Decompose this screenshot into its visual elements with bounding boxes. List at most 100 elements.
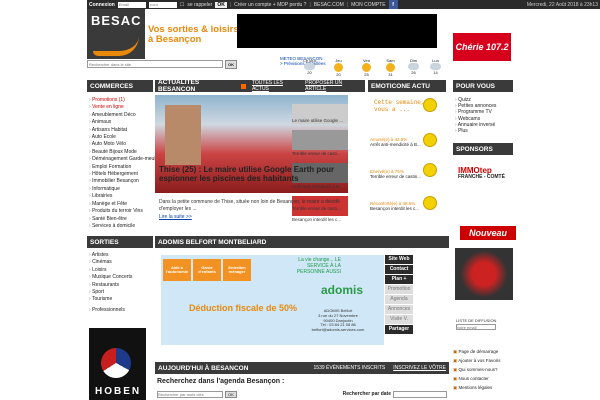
visite-button[interactable]: Visite V. [385,315,413,324]
favorites-link[interactable]: Ajouter à vos Favoris [453,356,500,365]
service-box: Garde d'enfants [193,259,221,281]
menu-item[interactable]: Professionnels [89,307,132,314]
read-more-link[interactable]: Lire la suite >> [159,214,192,220]
menu-item[interactable]: Ameublement Déco [89,112,161,119]
menu-item[interactable]: Immobilier Besançon [89,178,161,185]
angry-icon [423,163,437,177]
sorties-menu: Artistes Cinémas Loisirs Musique Concert… [89,252,133,314]
facebook-icon[interactable]: f [388,0,398,9]
email-input[interactable] [117,1,146,8]
mailing-list: LISTE DE DIFFUSION [456,318,496,330]
french-flag-icon [101,348,131,378]
mailing-email-input[interactable] [456,324,496,330]
menu-item[interactable]: Restaurants [89,282,132,289]
agenda-ok-button[interactable]: OK [225,390,237,398]
thumb-caption[interactable]: Terrible erreur de casti... [292,151,358,156]
submit-event-link[interactable]: INSCRIVEZ LE VÔTRE [393,365,446,371]
relieved-icon [423,196,437,210]
create-account-link[interactable]: Créer un compte + MDP perdu ? [234,2,306,8]
adomis-header: ADOMIS BELFORT MONTBELIARD [155,236,449,248]
agenda-search-row: OK Rechercher par date [157,390,447,398]
menu-item[interactable]: Services à domicile [89,223,161,230]
rss-icon[interactable] [241,83,246,89]
casino-ad[interactable] [455,248,513,300]
top-banner-ad[interactable] [237,14,437,48]
nouveau-badge[interactable]: Nouveau [460,226,516,240]
service-box: Aide à l'autonomie [163,259,191,281]
menu-item[interactable]: Produits du terroir Vins [89,208,161,215]
headline-title[interactable]: Thise (25) : Le maire utilise Google Ear… [159,165,349,183]
emoticone-row[interactable]: Amusé(e) à 42.9% Arrêt anti-mendicité à B… [370,137,421,148]
login-ok-button[interactable]: OK [215,1,227,8]
site-tagline: Vos sorties & loisirs, à Besançon [148,24,242,46]
password-input[interactable] [148,1,177,8]
weather-day: Dim 26 [408,58,419,75]
commerces-menu: Promotions (1) Vente en ligne Ameublemen… [89,97,161,230]
menu-item[interactable]: Auto Ecole [89,134,161,141]
adomis-ad[interactable]: Aide à l'autonomie Garde d'enfants Entre… [161,255,384,345]
menu-item[interactable]: Vente en ligne [89,104,161,111]
laughing-icon [423,133,437,147]
all-actus-link[interactable]: TOUTES LES ACTUS [252,80,299,92]
actus-header: ACTUALITÉS BESANCON TOUTES LES ACTUS PRO… [155,79,365,93]
menu-item[interactable]: Animaux [89,119,161,126]
menu-item[interactable]: Artistes [89,252,132,259]
menu-item[interactable]: Musique Concerts [89,274,132,281]
agenda-button[interactable]: Agenda [385,295,413,304]
menu-item[interactable]: Informatique [89,186,161,193]
promotion-button[interactable]: Promotion [385,285,413,294]
besac-com-link[interactable]: BESAC.COM [314,2,344,8]
agenda-date-field[interactable] [393,390,447,398]
menu-item[interactable]: Sport [89,289,132,296]
menu-item[interactable]: Cinémas [89,259,132,266]
emoticone-row[interactable]: Réconforté(e) à 48.6% Besançon interdit l… [370,201,419,212]
thumb-caption[interactable]: Le maire utilise Google ... [292,118,358,123]
annonces-button[interactable]: Annonces [385,305,413,314]
legal-link[interactable]: Mentions légales [453,383,501,392]
thumb-image[interactable] [292,130,348,150]
headline-desc: Dans la petite commune de Thise, située … [159,199,340,212]
menu-item[interactable]: Hôtels Hébergement [89,171,161,178]
link-item[interactable]: Programme TV [455,109,496,115]
cloud-icon [303,63,315,70]
cherie-fm-ad[interactable]: Chérie 107.2 [453,33,511,61]
menu-promotions[interactable]: Promotions (1) [89,97,161,104]
weather-day: Ce jour 20 [303,58,316,75]
thumb-caption[interactable]: Besançon interdit les c... [292,217,358,222]
site-web-button[interactable]: Site Web [385,255,413,264]
remember-checkbox[interactable]: ☐ [180,2,184,8]
agenda-keyword-input[interactable] [157,390,223,398]
emoticone-row[interactable]: Enervé(e) à 75% Terrible erreur de castin… [370,169,421,180]
site-search-input[interactable] [87,60,223,68]
site-logo[interactable]: BESAC [87,9,145,59]
contact-button[interactable]: Contact [385,265,413,274]
sun-icon [362,63,371,72]
propose-article-link[interactable]: PROPOSER UN ARTICLE [305,80,362,92]
menu-item[interactable]: Tourisme [89,296,132,303]
link-item[interactable]: Plus [455,128,496,134]
events-count: 1539 ÉVÉNEMENTS INSCRITS [313,365,386,371]
menu-item[interactable]: Beauté Bijoux Mode [89,149,161,156]
hoben-ad[interactable]: HOBEN [89,328,146,400]
menu-item[interactable]: Santé Bien-être [89,216,161,223]
immotep-ad[interactable]: IMMOtep FRANCHE - COMTÉ [458,167,516,180]
about-link[interactable]: Qui sommes-nous? [453,365,501,374]
startpage-link[interactable]: Page de démarrage [453,347,501,356]
menu-item[interactable]: Artisans Habitat [89,127,161,134]
plan-button[interactable]: Plan + [385,275,413,284]
menu-item[interactable]: Auto Moto Vélo [89,141,161,148]
contact-link[interactable]: Nous contacter [453,374,501,383]
site-search-button[interactable]: OK [225,60,237,69]
thumb-caption[interactable]: Arrêt anti-mendicité à B... [292,184,358,189]
mon-compte-link[interactable]: MON COMPTE [351,2,385,8]
menu-item[interactable]: Librairies [89,193,161,200]
connexion-label: Connexion [89,1,115,8]
partager-button[interactable]: Partager [385,325,413,334]
menu-item[interactable]: Déménagement Garde-meuble [89,156,161,163]
sorties-header: SORTIES [87,236,153,248]
commerces-header: COMMERCES [87,80,153,92]
menu-item[interactable]: Manège et Fête [89,201,161,208]
agenda-date-label: Rechercher par date [342,391,391,397]
menu-item[interactable]: Loisirs [89,267,132,274]
menu-item[interactable]: Emploi Formation [89,164,161,171]
